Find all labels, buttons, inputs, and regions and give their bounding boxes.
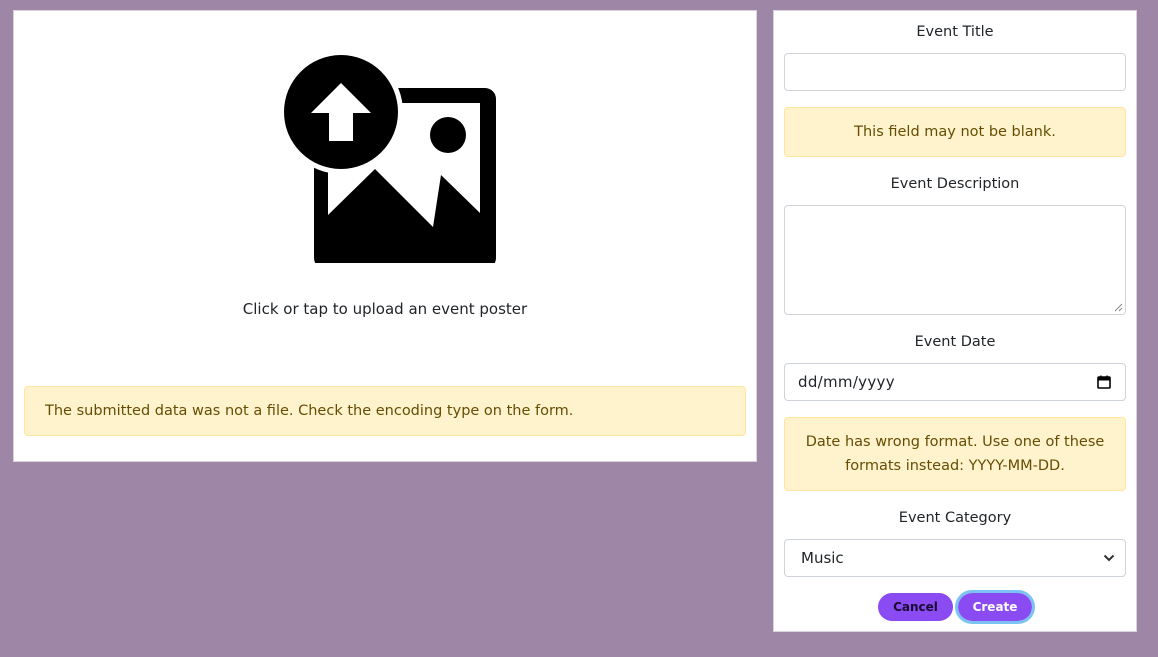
date-placeholder: dd/mm/yyyy — [798, 373, 895, 391]
poster-upload-panel: Click or tap to upload an event poster T… — [13, 10, 757, 462]
cancel-button[interactable]: Cancel — [878, 593, 953, 621]
event-category-label: Event Category — [898, 510, 1012, 526]
file-error-alert: The submitted data was not a file. Check… — [24, 386, 746, 436]
calendar-icon[interactable] — [1097, 375, 1111, 389]
date-error-alert: Date has wrong format. Use one of these … — [784, 417, 1126, 491]
create-button[interactable]: Create — [955, 590, 1035, 624]
title-error-alert: This field may not be blank. — [784, 107, 1126, 157]
category-selected-value: Music — [801, 549, 844, 567]
event-description-label: Event Description — [890, 176, 1020, 192]
resize-grip-icon[interactable] — [1114, 303, 1123, 312]
event-title-label: Event Title — [916, 24, 994, 40]
poster-upload-area[interactable]: Click or tap to upload an event poster — [14, 11, 756, 371]
event-title-input[interactable] — [784, 53, 1126, 91]
event-category-select[interactable]: Music — [784, 539, 1126, 577]
event-form-panel: Event Title This field may not be blank.… — [773, 10, 1137, 632]
event-date-label: Event Date — [914, 334, 996, 350]
event-date-input[interactable]: dd/mm/yyyy — [784, 363, 1126, 401]
add-photo-icon — [279, 50, 496, 263]
upload-prompt-text: Click or tap to upload an event poster — [242, 300, 528, 318]
chevron-down-icon — [1103, 554, 1115, 562]
event-description-textarea[interactable] — [784, 205, 1126, 315]
